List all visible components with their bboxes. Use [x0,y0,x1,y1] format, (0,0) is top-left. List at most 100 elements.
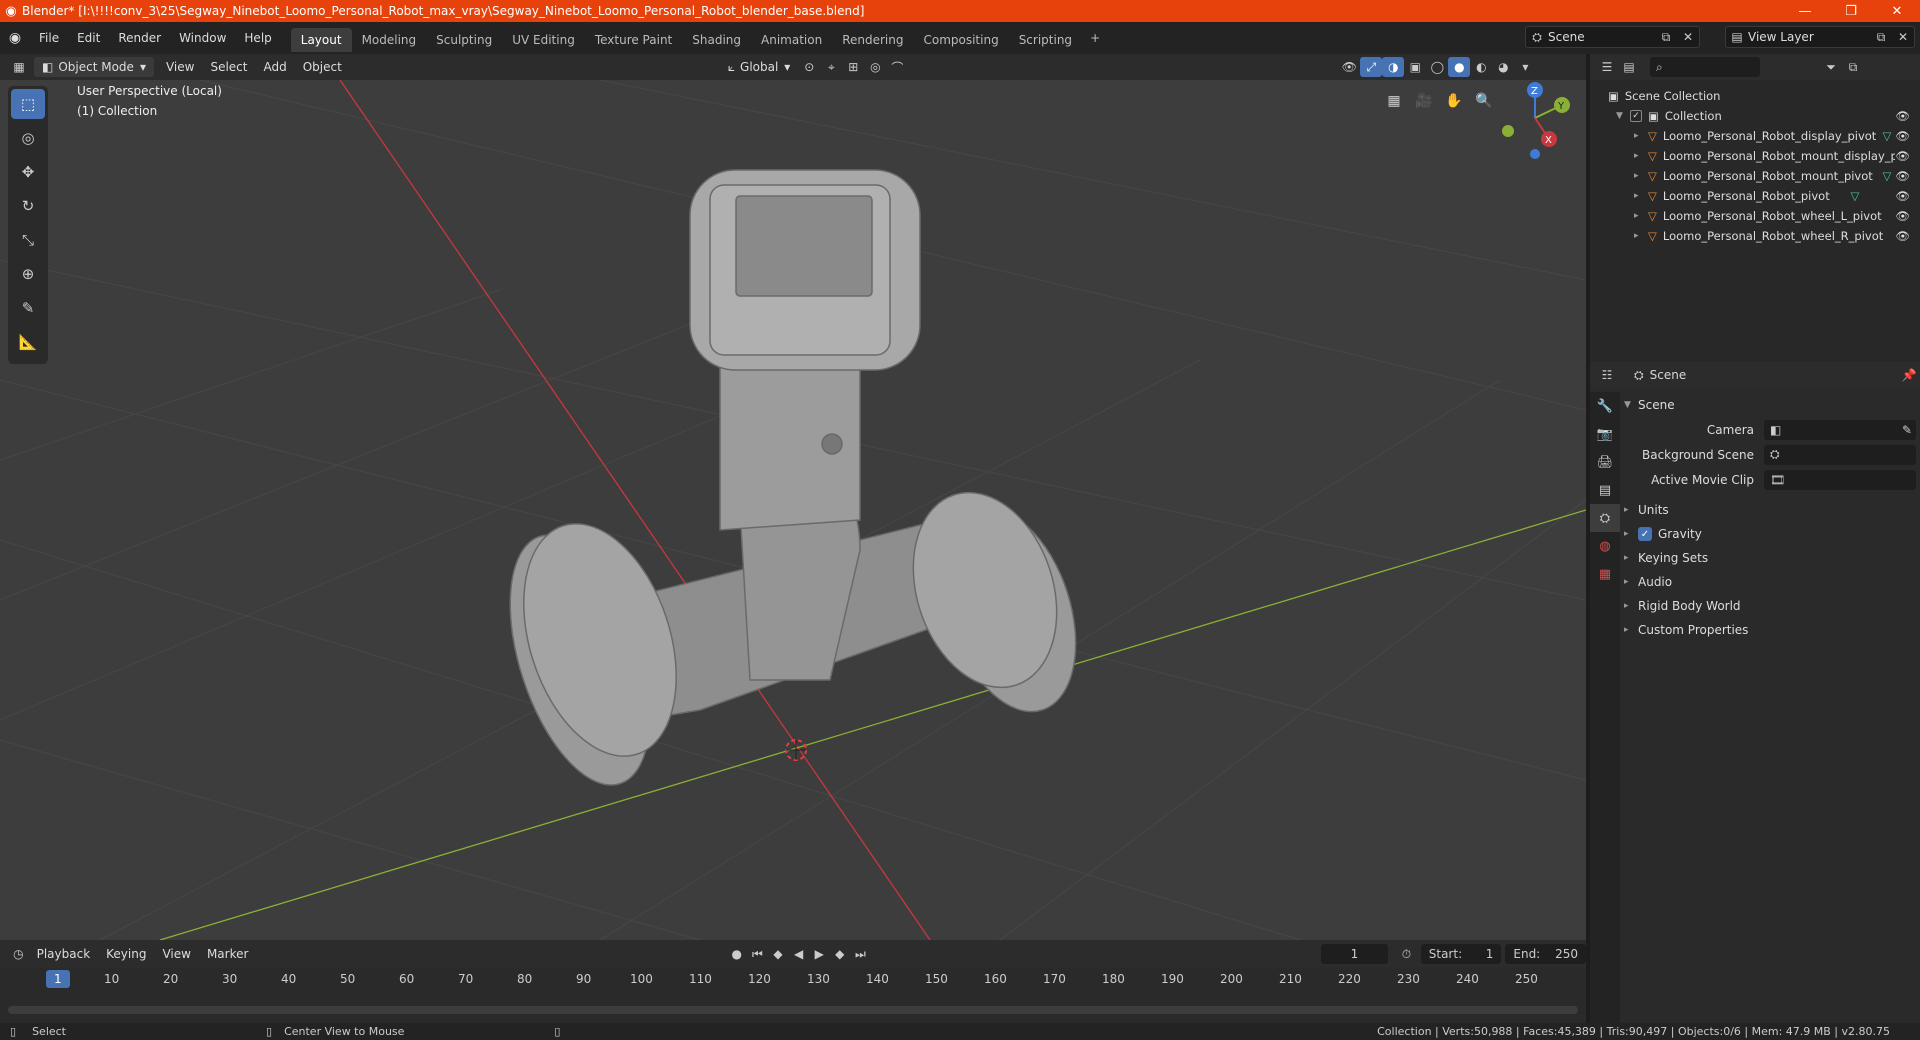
rendered-shading-icon[interactable]: ◕ [1492,57,1514,77]
menu-view[interactable]: View [158,57,202,77]
measure-tool-icon[interactable]: 📐 [11,327,45,357]
eyedropper-icon[interactable]: ✎ [1902,423,1912,437]
overlay-toggle-icon[interactable]: ◑ [1382,57,1405,77]
expand-arrow-icon[interactable]: ▸ [1634,171,1648,181]
outliner-editor-icon[interactable]: ☰ [1596,57,1618,77]
menu-playback[interactable]: Playback [29,944,99,964]
xray-icon[interactable]: ▣ [1404,57,1426,77]
outliner-row-object[interactable]: ▸ ▽ Loomo_Personal_Robot_mount_display_piv… [1590,146,1920,166]
menu-help[interactable]: Help [235,23,280,53]
collapse-arrow-icon[interactable]: ▼ [1616,111,1630,121]
play-icon[interactable]: ▶ [809,944,830,964]
proportional-edit-icon[interactable]: ◎ [864,57,886,77]
gravity-checkbox[interactable]: ✓ [1638,527,1652,541]
tab-uv-editing[interactable]: UV Editing [502,28,585,52]
wireframe-shading-icon[interactable]: ◯ [1426,57,1448,77]
timeline-scrollbar[interactable] [8,1006,1578,1014]
menu-marker[interactable]: Marker [199,944,256,964]
tab-shading[interactable]: Shading [682,28,751,52]
delete-scene-icon[interactable]: ✕ [1677,27,1699,47]
menu-add[interactable]: Add [255,57,294,77]
new-scene-icon[interactable]: ⧉ [1655,27,1677,47]
tab-rendering[interactable]: Rendering [832,28,913,52]
menu-window[interactable]: Window [170,23,235,53]
start-frame-field[interactable]: Start: 1 [1420,944,1502,964]
expand-arrow-icon[interactable]: ▸ [1634,231,1648,241]
restore-icon[interactable]: ❐ [1828,4,1874,19]
jump-start-icon[interactable]: ⏮ [747,944,768,964]
audio-panel[interactable]: ▸ Audio [1624,570,1916,594]
menu-select[interactable]: Select [202,57,255,77]
collection-checkbox[interactable]: ✓ [1630,110,1642,122]
rigid-body-world-panel[interactable]: ▸ Rigid Body World [1624,594,1916,618]
menu-file[interactable]: File [30,23,68,53]
minimize-icon[interactable]: — [1782,4,1828,19]
pan-hand-icon[interactable]: ✋ [1440,87,1468,115]
frame-ruler[interactable]: 1 10 20 30 40 50 60 70 80 90 100 110 120… [0,968,1586,992]
view-layer-tab-icon[interactable]: ▤ [1590,476,1620,504]
menu-keying[interactable]: Keying [98,944,154,964]
navigation-gizmo[interactable]: Z Y X [1502,82,1570,159]
output-tab-icon[interactable]: 🖨 [1590,448,1620,476]
keying-sets-panel[interactable]: ▸ Keying Sets [1624,546,1916,570]
eye-icon[interactable]: 👁 [1895,209,1910,223]
tab-layout[interactable]: Layout [290,28,352,52]
tab-animation[interactable]: Animation [751,28,832,52]
falloff-icon[interactable]: ⌒ [886,57,908,77]
3d-viewport[interactable]: Z Y X ⬚ ◎ ✥ ↻ ⤡ ⊕ ✎ 📐 User Perspective (… [0,80,1586,940]
eye-icon[interactable]: 👁 [1895,109,1910,123]
transform-tool-icon[interactable]: ⊕ [11,259,45,289]
tab-scripting[interactable]: Scripting [1009,28,1082,52]
3d-cursor[interactable] [785,739,807,761]
menu-edit[interactable]: Edit [68,23,109,53]
eye-icon[interactable]: 👁 [1895,189,1910,203]
outliner-row-object[interactable]: ▸ ▽ Loomo_Personal_Robot_pivot ▽ 👁 [1590,186,1920,206]
gizmo-toggle-icon[interactable]: ⤢ [1360,57,1383,77]
rotate-tool-icon[interactable]: ↻ [11,191,45,221]
editor-type-icon[interactable]: ▦ [8,57,30,77]
new-view-layer-icon[interactable]: ⧉ [1870,27,1892,47]
expand-arrow-icon[interactable]: ▸ [1634,191,1648,201]
units-panel[interactable]: ▸ Units [1624,498,1916,522]
eye-icon[interactable]: 👁 [1895,229,1910,243]
tool-tab-icon[interactable]: 🔧 [1590,392,1620,420]
record-icon[interactable]: ● [726,944,747,964]
cursor-tool-icon[interactable]: ◎ [11,123,45,153]
shading-options-icon[interactable]: ▾ [1514,57,1536,77]
tab-modeling[interactable]: Modeling [352,28,427,52]
robot-model[interactable] [483,169,1100,802]
background-scene-field[interactable]: ⛭ [1764,444,1916,465]
tab-compositing[interactable]: Compositing [913,28,1008,52]
visibility-icon[interactable]: 👁 [1338,57,1360,77]
add-workspace-icon[interactable]: + [1082,24,1108,52]
menu-timeline-view[interactable]: View [154,944,198,964]
view-layer-selector[interactable]: ▤ View Layer ⧉ ✕ [1725,26,1915,48]
tab-texture-paint[interactable]: Texture Paint [585,28,682,52]
pivot-icon[interactable]: ⊙ [798,57,820,77]
toggle-camera-grid-icon[interactable]: ▦ [1380,87,1408,115]
outliner-row-object[interactable]: ▸ ▽ Loomo_Personal_Robot_wheel_L_pivot 👁 [1590,206,1920,226]
camera-field[interactable]: ◧ ✎ [1764,419,1916,440]
texture-tab-icon[interactable]: ▦ [1590,560,1620,588]
properties-editor-icon[interactable]: ☷ [1596,365,1618,385]
eye-icon[interactable]: 👁 [1895,149,1910,163]
world-tab-icon[interactable]: ◍ [1590,532,1620,560]
snap-target-icon[interactable]: ⊞ [842,57,864,77]
outliner-row-object[interactable]: ▸ ▽ Loomo_Personal_Robot_display_pivot ▽ 👁 [1590,126,1920,146]
scene-selector[interactable]: ⛭ Scene ⧉ ✕ [1525,26,1700,48]
filter-icon[interactable]: ⏷ [1820,57,1842,77]
expand-arrow-icon[interactable]: ▸ [1634,151,1648,161]
timeline-editor-icon[interactable]: ◷ [8,944,29,964]
menu-object[interactable]: Object [295,57,350,77]
gravity-panel[interactable]: ▸ ✓ Gravity [1624,522,1916,546]
scene-tab-icon[interactable]: ⛭ [1590,504,1620,532]
select-box-tool-icon[interactable]: ⬚ [11,89,45,119]
jump-end-icon[interactable]: ⏭ [850,944,871,964]
eye-icon[interactable]: 👁 [1895,169,1910,183]
prev-keyframe-icon[interactable]: ◆ [768,944,789,964]
pin-icon[interactable]: 📌 [1898,365,1920,385]
expand-arrow-icon[interactable]: ▸ [1634,211,1648,221]
orientation-selector[interactable]: ⟀ Global ▾ [720,57,799,77]
eye-icon[interactable]: 👁 [1895,129,1910,143]
expand-arrow-icon[interactable]: ▸ [1634,131,1648,141]
